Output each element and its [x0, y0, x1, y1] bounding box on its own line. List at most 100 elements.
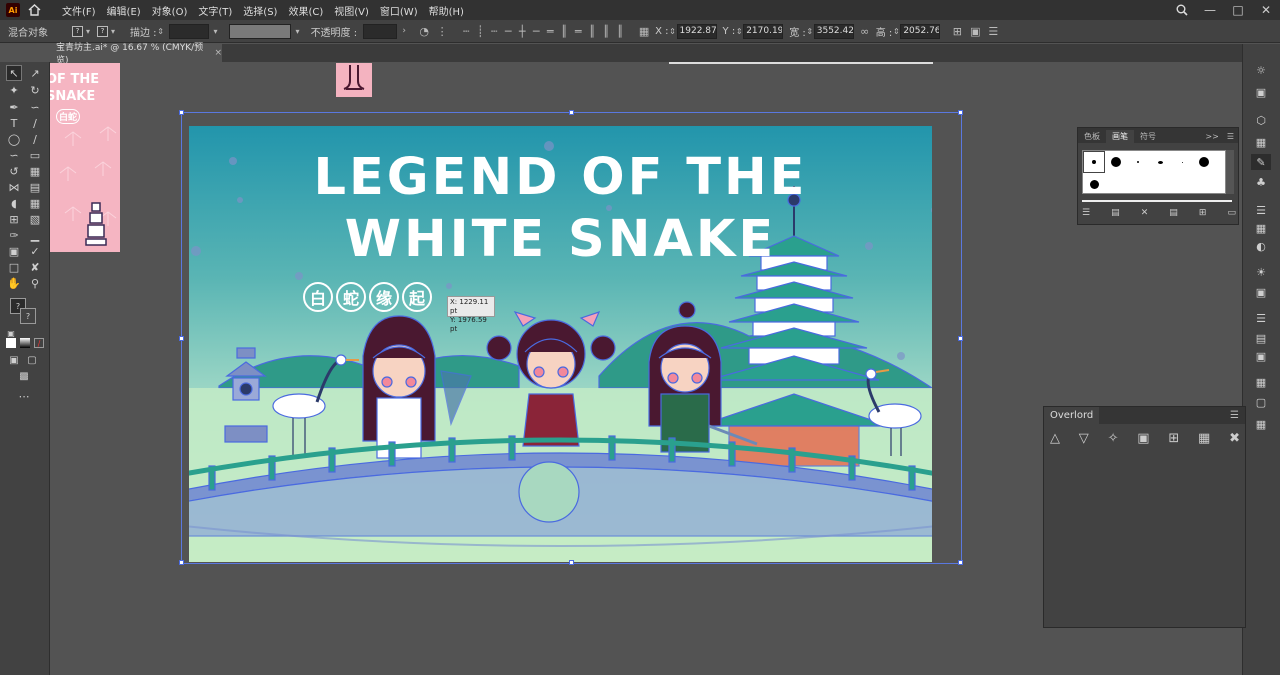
grid-icon[interactable]: ▦	[1198, 431, 1210, 449]
align-panel-icon[interactable]: ▦	[1251, 374, 1271, 390]
artboard-tool-icon[interactable]: □	[6, 259, 22, 275]
width-tool-icon[interactable]: ⋈	[6, 179, 22, 195]
none-icon[interactable]: ∕	[34, 338, 44, 348]
resize-handle-sw[interactable]	[179, 560, 184, 565]
stepper-icon[interactable]: ⇕	[735, 24, 743, 38]
tab-brushes[interactable]: 画笔	[1106, 130, 1134, 143]
resize-handle-w[interactable]	[179, 336, 184, 341]
chevron-down-icon[interactable]: ▾	[291, 24, 305, 38]
layers-icon[interactable]: ☰	[1251, 310, 1271, 326]
transform-panel-icon[interactable]: ▦	[1251, 416, 1271, 432]
menu-edit[interactable]: 编辑(E)	[107, 3, 141, 18]
type-tool-icon[interactable]: T	[6, 115, 22, 131]
stepper-icon[interactable]: ⇕	[806, 24, 814, 38]
free-transform-tool-icon[interactable]: ▤	[27, 179, 43, 195]
menu-view[interactable]: 视图(V)	[334, 3, 369, 18]
select-icon[interactable]: ✧	[1108, 431, 1119, 449]
chevron-down-icon[interactable]: ▾	[83, 24, 93, 38]
perspective-grid-tool-icon[interactable]: ▦	[27, 195, 43, 211]
brush-swatch[interactable]	[1083, 151, 1105, 173]
resize-handle-ne[interactable]	[958, 110, 963, 115]
direct-selection-tool-icon[interactable]: ↗	[27, 65, 43, 81]
brush-settings-icon[interactable]: ▤	[1169, 208, 1178, 220]
mesh-tool-icon[interactable]: ⊞	[6, 211, 22, 227]
graph-tool-icon[interactable]: ▁	[27, 227, 43, 243]
color-guide-icon[interactable]: ▣	[1251, 84, 1271, 100]
variable-width-profile[interactable]	[228, 23, 291, 39]
fill-swatch[interactable]: ?	[72, 25, 83, 37]
shape-builder-tool-icon[interactable]: ◖	[6, 195, 22, 211]
brush-swatch[interactable]	[1083, 173, 1105, 195]
menu-help[interactable]: 帮助(H)	[429, 3, 464, 18]
align-left-icon[interactable]: ┄	[459, 24, 473, 38]
panel-menu-icon[interactable]: ☰	[1224, 407, 1245, 424]
symbols-icon[interactable]: ♣	[1251, 174, 1271, 190]
distribute-top-icon[interactable]: ═	[543, 24, 557, 38]
distribute-right-icon[interactable]: ║	[613, 24, 627, 38]
brush-swatch[interactable]	[1127, 151, 1149, 173]
align-right-icon[interactable]: ┄	[487, 24, 501, 38]
swatches-icon[interactable]: ▦	[1251, 134, 1271, 150]
graphic-styles-icon[interactable]: ▣	[1251, 284, 1271, 300]
selection-tool-icon[interactable]: ↖	[6, 65, 22, 81]
stroke-color-icon[interactable]: ?	[20, 308, 36, 324]
close-icon[interactable]: ✕	[1252, 3, 1280, 17]
zoom-tool-icon[interactable]: ⚲	[27, 275, 43, 291]
tab-swatches[interactable]: 色板	[1078, 130, 1106, 143]
gradient-swatch-icon[interactable]	[20, 338, 30, 348]
brush-swatch[interactable]	[1105, 151, 1127, 173]
align-hcenter-icon[interactable]: ┊	[473, 24, 487, 38]
menu-window[interactable]: 窗口(W)	[380, 3, 418, 18]
appearance-icon[interactable]: ☀	[1251, 264, 1271, 280]
resize-handle-n[interactable]	[569, 110, 574, 115]
stepper-icon[interactable]: ⇕	[669, 24, 677, 38]
overlord-panel-title[interactable]: Overlord	[1044, 407, 1100, 424]
artboards-icon[interactable]: ▤	[1251, 330, 1271, 346]
add-layer-icon[interactable]: ⊞	[1168, 431, 1179, 449]
3d-icon[interactable]: ⬡	[1251, 112, 1271, 128]
color-icon[interactable]	[6, 338, 16, 348]
selection-bounding-box[interactable]	[179, 110, 963, 565]
brush-swatch[interactable]	[1193, 151, 1215, 173]
curvature-tool-icon[interactable]: ∽	[27, 99, 43, 115]
menu-object[interactable]: 对象(O)	[152, 3, 188, 18]
draw-behind-icon[interactable]: ▢	[24, 352, 40, 368]
x-field[interactable]: 1922.8788	[676, 23, 717, 39]
distribute-left-icon[interactable]: ║	[585, 24, 599, 38]
paintbrush-tool-icon[interactable]: ∕	[27, 131, 43, 147]
default-colors-icon[interactable]: ▣	[6, 328, 16, 338]
pathfinder-icon[interactable]: ▢	[1251, 394, 1271, 410]
brush-scrollbar[interactable]	[1226, 150, 1234, 194]
slice-tool-icon[interactable]: ✘	[27, 259, 43, 275]
push-down-icon[interactable]: ▽	[1079, 431, 1089, 449]
transparency-icon[interactable]: ◐	[1251, 238, 1271, 254]
line-tool-icon[interactable]: ∕	[27, 115, 43, 131]
hand-tool-icon[interactable]: ✋	[6, 275, 22, 291]
chevron-right-icon[interactable]: ›	[397, 24, 411, 38]
libraries-icon[interactable]: ☼	[1251, 62, 1271, 78]
stroke-swatch[interactable]: ?	[97, 25, 108, 37]
magic-wand-tool-icon[interactable]: ✦	[6, 82, 22, 98]
resize-handle-s[interactable]	[569, 560, 574, 565]
brush-options-icon[interactable]: ▤	[1111, 208, 1120, 220]
scale-tool-icon[interactable]: ▦	[27, 163, 43, 179]
resize-handle-nw[interactable]	[179, 110, 184, 115]
y-field[interactable]: 2170.1936	[743, 23, 784, 39]
blend-tool-icon[interactable]: ▣	[6, 243, 22, 259]
transform-icon[interactable]: ⊞	[950, 24, 964, 38]
brush-libraries-icon[interactable]: ☰	[1082, 208, 1090, 220]
draw-normal-icon[interactable]: ▣	[6, 352, 22, 368]
link-icon[interactable]: ▣	[1137, 431, 1149, 449]
shaper-tool-icon[interactable]: ∽	[6, 147, 22, 163]
width-field[interactable]: 3552.4289	[813, 23, 854, 39]
distribute-hcenter-icon[interactable]: ║	[599, 24, 613, 38]
globe-icon[interactable]: ◔	[417, 24, 431, 38]
home-icon[interactable]	[26, 2, 42, 18]
link-proportions-icon[interactable]: ∞	[858, 24, 872, 38]
gradient-panel-icon[interactable]: ▦	[1251, 220, 1271, 236]
delete-brush-icon[interactable]: ▭	[1227, 208, 1236, 220]
eyedropper-tool-icon[interactable]: ✑	[6, 227, 22, 243]
search-icon[interactable]	[1168, 4, 1196, 16]
minimize-icon[interactable]: —	[1196, 3, 1224, 17]
lasso-tool-icon[interactable]: ↻	[27, 82, 43, 98]
